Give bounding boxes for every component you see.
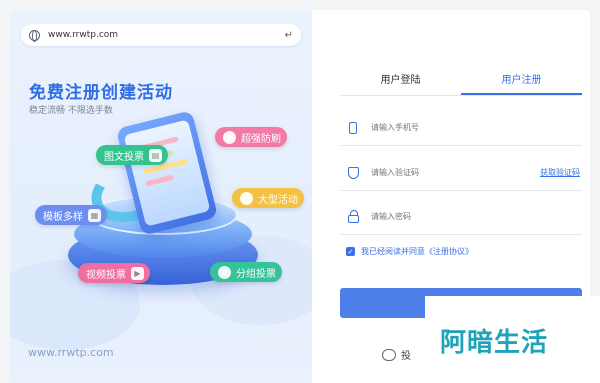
watermark-logo: 阿暗生活 bbox=[440, 328, 549, 358]
feature-tag-tuwen: 图文投票 ▤ bbox=[96, 145, 168, 165]
phone-field bbox=[340, 110, 582, 146]
feature-label: 视频投票 bbox=[86, 269, 126, 281]
get-code-link[interactable]: 获取验证码 bbox=[540, 167, 580, 178]
document-icon: ▤ bbox=[149, 148, 162, 162]
code-input[interactable] bbox=[371, 168, 540, 177]
feature-label: 图文投票 bbox=[104, 151, 144, 163]
layers-icon: ≋ bbox=[218, 265, 231, 279]
phone-icon bbox=[343, 121, 363, 134]
watermark-small-text: 投 bbox=[401, 351, 411, 362]
feature-tag-chaoqiang: ◉ 超强防刷 bbox=[215, 127, 287, 147]
agree-checkbox[interactable]: ✓ bbox=[346, 247, 355, 256]
tab-login[interactable]: 用户登陆 bbox=[340, 66, 461, 95]
watermark-small: 投 bbox=[382, 347, 411, 362]
password-input[interactable] bbox=[371, 212, 582, 221]
wechat-icon bbox=[382, 348, 396, 361]
phone-screen bbox=[123, 119, 211, 227]
feature-label: 超强防刷 bbox=[241, 133, 281, 145]
footer-url: www.rrwtp.com bbox=[28, 346, 114, 359]
code-field: 获取验证码 bbox=[340, 155, 582, 191]
promo-subtitle: 稳定流畅 不限选手数 bbox=[29, 106, 113, 116]
feature-tag-moban: 模板多样 ▦ bbox=[35, 205, 107, 225]
feature-tag-fenzu: ≋ 分组投票 bbox=[210, 262, 282, 282]
feature-label: 分组投票 bbox=[236, 268, 276, 280]
feature-tag-shipin: 视频投票 ▶ bbox=[78, 263, 150, 283]
globe-icon bbox=[29, 29, 40, 42]
video-icon: ▶ bbox=[131, 266, 144, 280]
password-field bbox=[340, 199, 582, 235]
phone-input[interactable] bbox=[371, 123, 582, 132]
enter-icon[interactable]: ↵ bbox=[285, 30, 293, 41]
feature-tag-daxing: ◇ 大型活动 bbox=[232, 188, 304, 208]
auth-tabs: 用户登陆 用户注册 bbox=[340, 66, 582, 96]
promo-panel: www.rrwtp.com ↵ 免费注册创建活动 稳定流畅 不限选手数 图文投票… bbox=[10, 10, 312, 383]
tab-register[interactable]: 用户注册 bbox=[461, 66, 582, 95]
screen-bar bbox=[145, 174, 174, 187]
agreement-text[interactable]: 我已经阅读并同意《注册协议》 bbox=[361, 246, 473, 257]
lock-icon bbox=[343, 209, 363, 223]
template-icon: ▦ bbox=[88, 208, 101, 222]
url-text: www.rrwtp.com bbox=[48, 30, 119, 40]
feature-label: 模板多样 bbox=[43, 211, 83, 223]
shield-icon: ◉ bbox=[223, 130, 236, 144]
feature-label: 大型活动 bbox=[258, 194, 298, 206]
tag-icon: ◇ bbox=[240, 191, 253, 205]
agreement-row: ✓ 我已经阅读并同意《注册协议》 bbox=[346, 246, 473, 257]
promo-title: 免费注册创建活动 bbox=[29, 83, 173, 103]
url-bar[interactable]: www.rrwtp.com ↵ bbox=[21, 24, 301, 46]
shield-check-icon bbox=[343, 166, 363, 179]
